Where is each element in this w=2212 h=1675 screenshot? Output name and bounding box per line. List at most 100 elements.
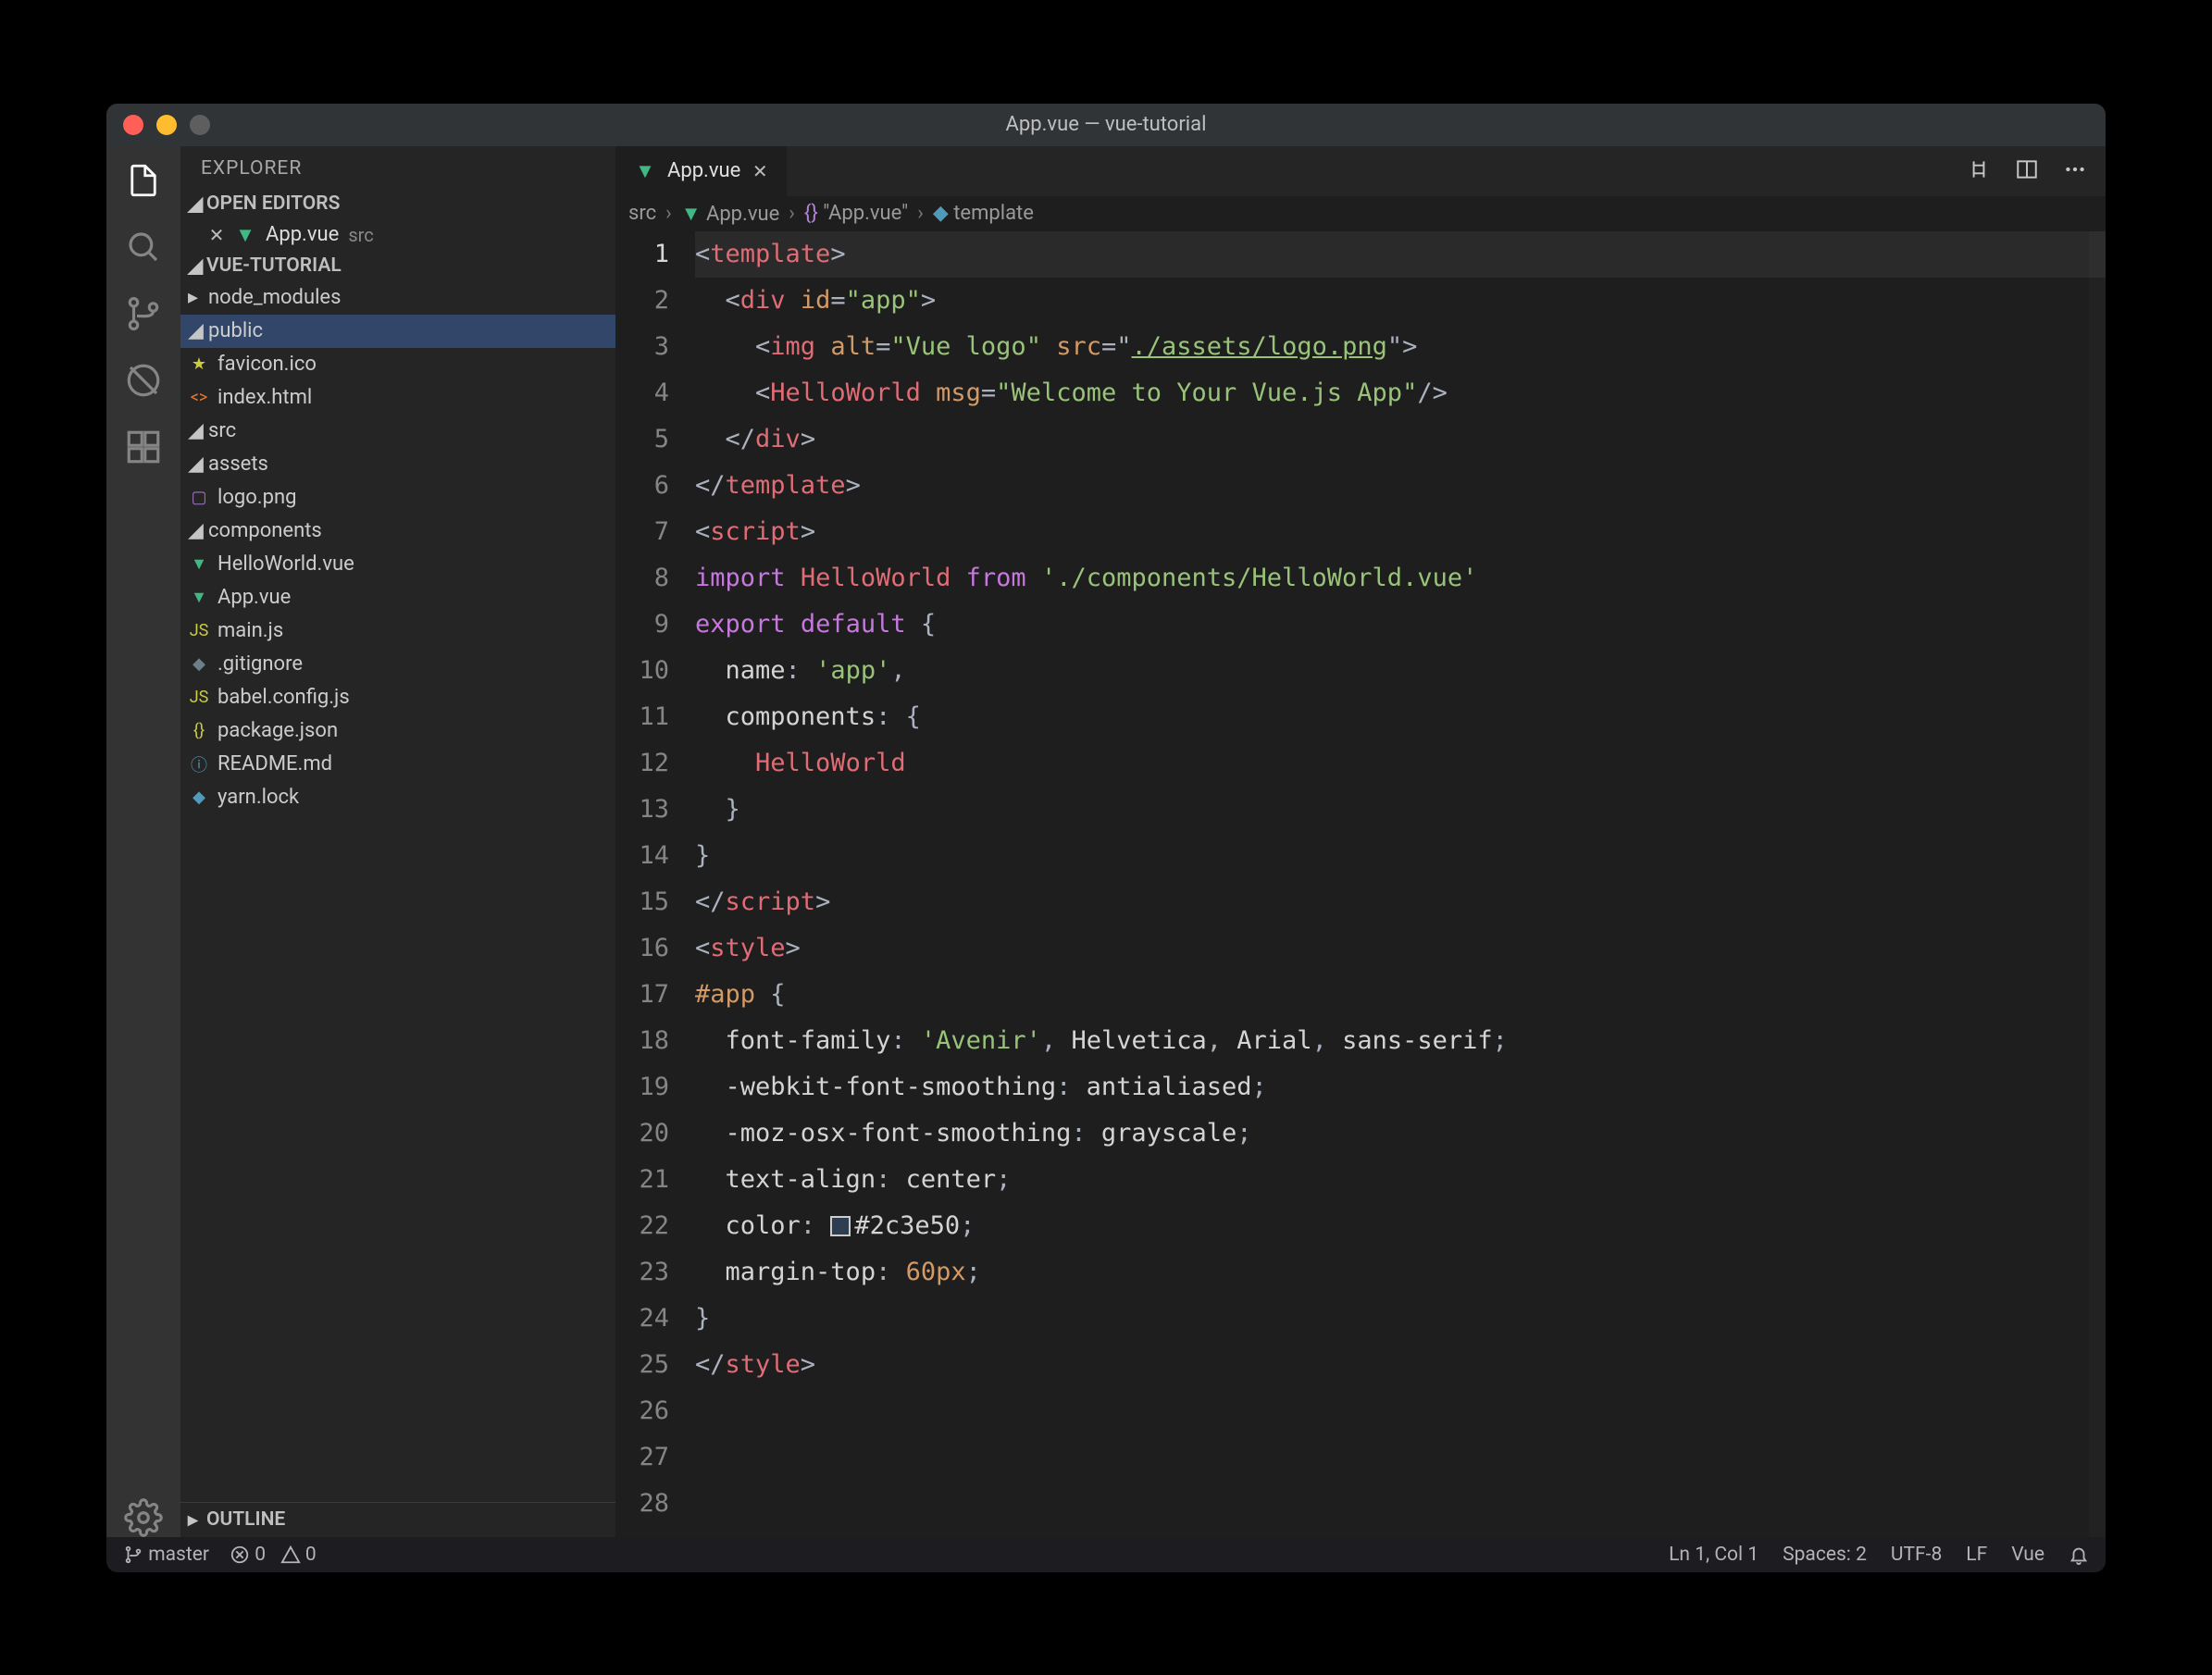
maximize-window-button[interactable] — [190, 115, 210, 135]
tree-item[interactable]: ◢components — [180, 515, 615, 548]
tree-item[interactable]: ⓘREADME.md — [180, 748, 615, 781]
project-section[interactable]: ◢ VUE-TUTORIAL — [180, 251, 615, 281]
minimap[interactable] — [2089, 231, 2106, 1537]
info-icon: ⓘ — [188, 752, 210, 776]
code-line[interactable]: <HelloWorld msg="Welcome to Your Vue.js … — [695, 370, 2106, 416]
line-number: 5 — [615, 416, 669, 463]
code-line[interactable]: export default { — [695, 602, 2106, 648]
line-number: 15 — [615, 879, 669, 925]
code-line[interactable]: } — [695, 1296, 2106, 1342]
search-icon[interactable] — [124, 228, 163, 267]
source-control-icon[interactable] — [124, 294, 163, 333]
tree-item[interactable]: <>index.html — [180, 381, 615, 415]
code-line[interactable]: <template> — [695, 231, 2106, 278]
tree-item[interactable]: JSbabel.config.js — [180, 681, 615, 714]
close-window-button[interactable] — [123, 115, 143, 135]
tree-item[interactable]: ▼App.vue — [180, 581, 615, 614]
line-number: 19 — [615, 1064, 669, 1110]
open-editors-list: ✕ ▼ App.vue src — [180, 219, 615, 251]
breadcrumb-part[interactable]: {} "App.vue" — [804, 202, 908, 225]
chevron-down-icon: ◢ — [188, 319, 201, 342]
code-line[interactable]: -webkit-font-smoothing: antialiased; — [695, 1064, 2106, 1110]
line-number: 10 — [615, 648, 669, 694]
debug-icon[interactable] — [124, 361, 163, 400]
titlebar: App.vue — vue-tutorial — [106, 104, 2106, 146]
tree-item[interactable]: ◢src — [180, 415, 615, 448]
outline-label: OUTLINE — [206, 1508, 285, 1531]
code-line[interactable]: </div> — [695, 416, 2106, 463]
code-editor[interactable]: 1234567891011121314151617181920212223242… — [615, 231, 2106, 1537]
breadcrumbs[interactable]: src›▼ App.vue›{} "App.vue"›◆ template — [615, 196, 2106, 231]
code-line[interactable]: } — [695, 833, 2106, 879]
tree-item[interactable]: ◢assets — [180, 448, 615, 481]
chevron-right-icon: ▸ — [188, 286, 201, 309]
settings-gear-icon[interactable] — [124, 1498, 163, 1537]
code-line[interactable]: </style> — [695, 1342, 2106, 1388]
file-name: node_modules — [208, 286, 341, 309]
encoding[interactable]: UTF-8 — [1891, 1544, 1942, 1566]
code-line[interactable]: <script> — [695, 509, 2106, 555]
line-number: 25 — [615, 1342, 669, 1388]
explorer-icon[interactable] — [124, 161, 163, 200]
code-line[interactable]: name: 'app', — [695, 648, 2106, 694]
eol[interactable]: LF — [1966, 1544, 1987, 1566]
code-line[interactable]: font-family: 'Avenir', Helvetica, Arial,… — [695, 1018, 2106, 1064]
close-editor-icon[interactable]: ✕ — [208, 224, 225, 246]
code-line[interactable]: <style> — [695, 925, 2106, 972]
line-number: 21 — [615, 1157, 669, 1203]
tree-item[interactable]: ▢logo.png — [180, 481, 615, 515]
language-mode[interactable]: Vue — [2011, 1544, 2044, 1566]
tree-item[interactable]: ▸ node_modules — [180, 281, 615, 315]
code-line[interactable]: import HelloWorld from './components/Hel… — [695, 555, 2106, 602]
git-branch[interactable]: master — [123, 1544, 209, 1566]
code-line[interactable]: components: { — [695, 694, 2106, 740]
tab-bar: ▼ App.vue ✕ — [615, 146, 2106, 196]
breadcrumb-separator: › — [665, 202, 672, 225]
code-line[interactable]: margin-top: 60px; — [695, 1249, 2106, 1296]
tree-item[interactable]: ◢public — [180, 315, 615, 348]
tree-item[interactable]: ▼HelloWorld.vue — [180, 548, 615, 581]
code-line[interactable]: </template> — [695, 463, 2106, 509]
code-line[interactable]: color: #2c3e50; — [695, 1203, 2106, 1249]
breadcrumb-part[interactable]: src — [628, 202, 656, 225]
code-line[interactable]: text-align: center; — [695, 1157, 2106, 1203]
tree-item[interactable]: ◆.gitignore — [180, 648, 615, 681]
code-line[interactable]: #app { — [695, 972, 2106, 1018]
more-actions-icon[interactable] — [2063, 157, 2087, 185]
code-content[interactable]: <template> <div id="app"> <img alt="Vue … — [690, 231, 2106, 1537]
outline-section[interactable]: ▸ OUTLINE — [180, 1502, 615, 1537]
file-name: babel.config.js — [217, 686, 350, 709]
breadcrumb-separator: › — [789, 202, 795, 225]
line-number: 6 — [615, 463, 669, 509]
window-controls — [123, 115, 210, 135]
problems[interactable]: 0 0 — [230, 1544, 317, 1566]
tree-item[interactable]: {}package.json — [180, 714, 615, 748]
tree-item[interactable]: ◆yarn.lock — [180, 781, 615, 814]
explorer-sidebar: EXPLORER ◢ OPEN EDITORS ✕ ▼ App.vue src … — [180, 146, 615, 1537]
code-line[interactable]: <div id="app"> — [695, 278, 2106, 324]
tree-item[interactable]: ★favicon.ico — [180, 348, 615, 381]
notifications-bell-icon[interactable] — [2069, 1544, 2089, 1566]
open-editors-section[interactable]: ◢ OPEN EDITORS — [180, 189, 615, 219]
open-editor-item[interactable]: ✕ ▼ App.vue src — [180, 219, 615, 251]
breadcrumb-part[interactable]: ◆ template — [933, 202, 1034, 225]
cursor-position[interactable]: Ln 1, Col 1 — [1669, 1544, 1758, 1566]
line-number: 27 — [615, 1434, 669, 1481]
split-editor-icon[interactable] — [2015, 157, 2039, 185]
compare-changes-icon[interactable] — [1967, 157, 1991, 185]
breadcrumb-part[interactable]: ▼ App.vue — [681, 202, 780, 226]
line-number: 26 — [615, 1388, 669, 1434]
extensions-icon[interactable] — [124, 428, 163, 466]
close-tab-icon[interactable]: ✕ — [752, 160, 768, 182]
code-line[interactable]: HelloWorld — [695, 740, 2106, 787]
minimize-window-button[interactable] — [156, 115, 177, 135]
code-line[interactable]: } — [695, 787, 2106, 833]
code-line[interactable]: -moz-osx-font-smoothing: grayscale; — [695, 1110, 2106, 1157]
indentation[interactable]: Spaces: 2 — [1783, 1544, 1867, 1566]
code-line[interactable]: <img alt="Vue logo" src="./assets/logo.p… — [695, 324, 2106, 370]
code-line[interactable]: </script> — [695, 879, 2106, 925]
file-name: App.vue — [266, 223, 339, 246]
line-number: 12 — [615, 740, 669, 787]
tab-app-vue[interactable]: ▼ App.vue ✕ — [615, 146, 788, 196]
tree-item[interactable]: JSmain.js — [180, 614, 615, 648]
